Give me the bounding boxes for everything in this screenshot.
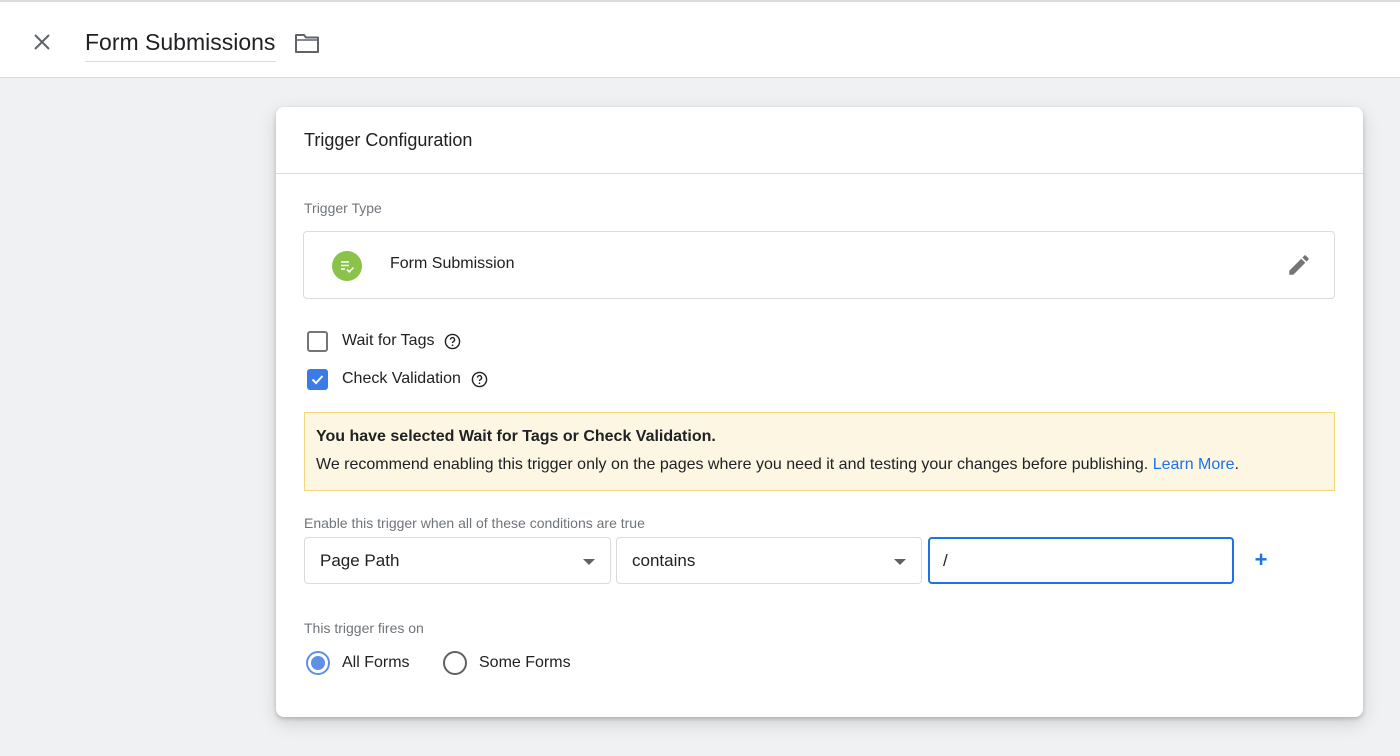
notice-text: We recommend enabling this trigger only … <box>316 456 1149 473</box>
radio-selected-dot <box>311 656 325 670</box>
edit-trigger-type-button[interactable] <box>1286 252 1312 278</box>
operator-select-value: contains <box>632 551 696 570</box>
dropdown-arrow-icon <box>894 559 906 565</box>
notice-body: We recommend enabling this trigger only … <box>316 456 1323 474</box>
variable-select[interactable]: Page Path <box>304 537 611 584</box>
card-title: Trigger Configuration <box>276 107 1363 174</box>
trigger-type-selector[interactable]: Form Submission <box>303 231 1335 299</box>
form-submission-icon <box>332 251 362 281</box>
add-condition-button[interactable]: + <box>1251 547 1271 573</box>
check-validation-option: Check Validation <box>307 367 488 391</box>
check-validation-checkbox[interactable] <box>307 368 328 390</box>
all-forms-option: All Forms <box>306 651 410 675</box>
checkmark-icon <box>311 374 324 384</box>
notice-title: You have selected Wait for Tags or Check… <box>316 428 716 445</box>
wait-for-tags-label: Wait for Tags <box>342 332 435 349</box>
dropdown-arrow-icon <box>583 559 595 565</box>
check-validation-label: Check Validation <box>342 370 461 387</box>
trigger-name-input[interactable]: Form Submissions <box>85 26 277 62</box>
notice-period: . <box>1234 456 1239 473</box>
help-icon[interactable] <box>471 371 488 388</box>
wait-for-tags-checkbox[interactable] <box>307 330 328 352</box>
condition-value-input[interactable] <box>928 537 1234 584</box>
all-forms-radio[interactable] <box>306 651 330 675</box>
learn-more-link[interactable]: Learn More <box>1153 456 1235 473</box>
trigger-configuration-card: Trigger Configuration Trigger Type Form … <box>276 107 1363 717</box>
close-button[interactable] <box>28 28 56 56</box>
some-forms-radio[interactable] <box>443 651 467 675</box>
top-bar: Form Submissions <box>0 0 1400 78</box>
folder-button[interactable] <box>294 30 320 56</box>
conditions-label: Enable this trigger when all of these co… <box>304 515 645 531</box>
trigger-type-name: Form Submission <box>390 255 515 272</box>
validation-notice: You have selected Wait for Tags or Check… <box>304 412 1335 491</box>
all-forms-label: All Forms <box>342 654 410 671</box>
operator-select[interactable]: contains <box>616 537 922 584</box>
close-icon <box>34 34 50 50</box>
pencil-icon <box>1289 255 1309 275</box>
folder-icon <box>295 34 319 53</box>
trigger-type-label: Trigger Type <box>304 200 382 216</box>
fires-on-label: This trigger fires on <box>304 620 424 636</box>
wait-for-tags-option: Wait for Tags <box>307 329 461 353</box>
some-forms-label: Some Forms <box>479 654 571 671</box>
some-forms-option: Some Forms <box>443 651 571 675</box>
variable-select-value: Page Path <box>320 551 400 570</box>
help-icon[interactable] <box>444 333 461 350</box>
